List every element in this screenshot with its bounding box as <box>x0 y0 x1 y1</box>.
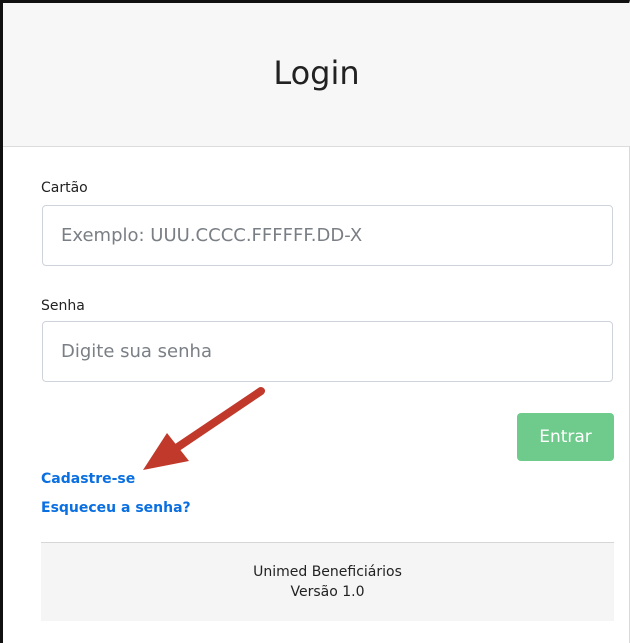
footer-app-name: Unimed Beneficiários <box>253 564 402 580</box>
card-label: Cartão <box>41 180 88 196</box>
page-title: Login <box>273 53 360 92</box>
register-link[interactable]: Cadastre-se <box>41 471 135 487</box>
footer: Unimed Beneficiários Versão 1.0 <box>41 542 614 621</box>
card-header: Login <box>3 3 630 147</box>
red-arrow-icon <box>143 387 265 470</box>
forgot-password-link[interactable]: Esqueceu a senha? <box>41 500 191 516</box>
footer-version: Versão 1.0 <box>290 584 365 600</box>
password-input[interactable] <box>42 321 613 382</box>
card-input[interactable] <box>42 205 613 266</box>
password-label: Senha <box>41 298 85 314</box>
enter-button[interactable]: Entrar <box>517 413 614 461</box>
arrow-shaft <box>165 387 265 457</box>
login-card: Login Cartão Senha Entrar Cadastre-se Es… <box>0 0 630 643</box>
arrow-head <box>143 433 189 470</box>
